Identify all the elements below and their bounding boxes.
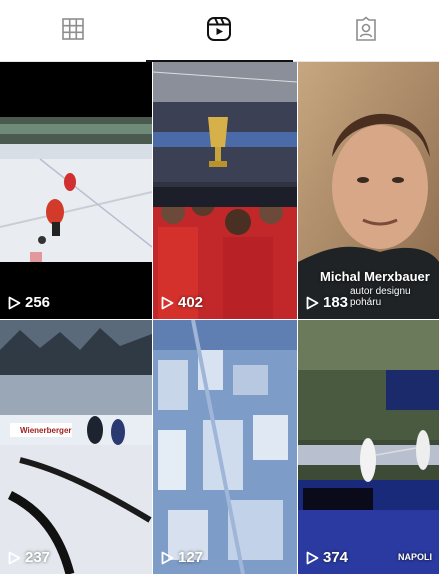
view-count-text: 127 <box>178 549 204 566</box>
fencing-match-image <box>298 320 439 574</box>
reel-thumbnail[interactable]: NAPOLI 374 <box>298 320 439 574</box>
arena-banner-text: NAPOLI <box>398 552 433 562</box>
reel-view-count: 374 <box>306 549 348 566</box>
tagged-icon <box>353 15 379 47</box>
reel-thumbnail[interactable]: Michal Merxbauer autor designu poháru 18… <box>298 62 439 319</box>
aerial-city-image <box>153 320 297 574</box>
play-icon <box>306 296 319 309</box>
profile-tab-bar <box>0 0 439 62</box>
tab-tagged[interactable] <box>292 0 439 62</box>
reels-icon <box>206 16 232 47</box>
view-count-text: 256 <box>25 294 51 311</box>
play-icon <box>8 551 21 564</box>
play-icon <box>8 296 21 309</box>
outdoor-hockey-image <box>0 320 152 574</box>
reel-view-count: 127 <box>161 549 203 566</box>
reel-thumbnail[interactable]: 256 <box>0 62 152 319</box>
reel-view-count: 237 <box>8 549 50 566</box>
hockey-rink-image <box>0 62 152 319</box>
play-icon <box>161 296 174 309</box>
reels-grid: 256 402 Michal Merxbauer autor designu p… <box>0 62 439 574</box>
rink-banner-text: Wienerberger <box>20 426 72 435</box>
caption-subtitle: autor designu poháru <box>350 286 411 308</box>
view-count-text: 402 <box>178 294 204 311</box>
trophy-celebration-image <box>153 62 297 319</box>
reel-thumbnail[interactable]: 402 <box>153 62 297 319</box>
view-count-text: 183 <box>323 294 349 311</box>
play-icon <box>161 551 174 564</box>
tab-reels[interactable] <box>146 0 292 62</box>
caption-name: Michal Merxbauer <box>320 269 430 284</box>
view-count-text: 237 <box>25 549 51 566</box>
play-icon <box>306 551 319 564</box>
reel-thumbnail[interactable]: 127 <box>153 320 297 574</box>
reel-thumbnail[interactable]: Wienerberger 237 <box>0 320 152 574</box>
grid-icon <box>61 17 85 46</box>
reel-view-count: 402 <box>161 294 203 311</box>
reel-view-count: 256 <box>8 294 50 311</box>
tab-posts-grid[interactable] <box>0 0 146 62</box>
view-count-text: 374 <box>323 549 349 566</box>
reel-view-count: 183 <box>306 294 348 311</box>
